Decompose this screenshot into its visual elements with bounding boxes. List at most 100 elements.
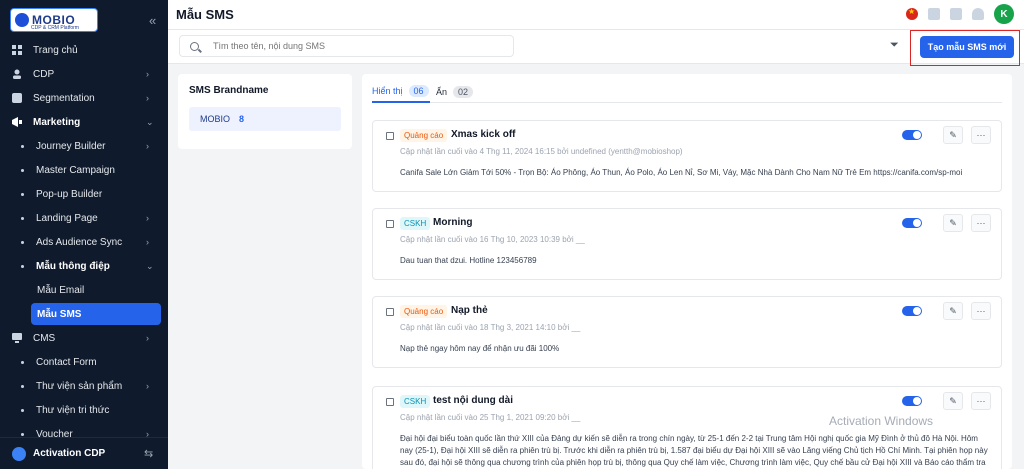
page-title: Mẫu SMS <box>176 7 234 22</box>
sidebar: MOBIO CDP & CRM Platform « Trang chủ CDP… <box>0 0 168 469</box>
home-icon <box>12 45 22 55</box>
monitor-icon <box>12 333 22 343</box>
filter-icon[interactable]: ⏷ <box>890 39 902 51</box>
sidebar-item-mau-sms[interactable]: Mẫu SMS <box>0 302 168 326</box>
bullet-icon <box>21 144 24 148</box>
visibility-toggle[interactable] <box>902 396 922 406</box>
sidebar-item-cdp[interactable]: CDP › <box>0 62 168 86</box>
chevron-down-icon: ⌄ <box>146 116 154 127</box>
create-button-highlight: Tạo mẫu SMS mới <box>910 30 1020 66</box>
chevron-right-icon: › <box>146 141 149 151</box>
template-title: Nạp thẻ <box>451 305 488 316</box>
brandname-title: SMS Brandname <box>189 85 269 96</box>
megaphone-icon <box>12 117 22 127</box>
sidebar-item-trang-chu[interactable]: Trang chủ <box>0 38 168 62</box>
visibility-toggle[interactable] <box>902 306 922 316</box>
help-icon[interactable] <box>950 8 962 20</box>
template-list-panel: Hiển thị 06 Ẩn 02 Quảng cáo Xmas kick of… <box>362 74 1012 469</box>
bullet-icon <box>21 264 24 268</box>
tab-hidden[interactable]: Ẩn 02 <box>436 81 474 103</box>
category-tag: Quảng cáo <box>400 305 448 318</box>
vietnam-flag-icon[interactable] <box>906 7 918 20</box>
sidebar-item-thu-vien-san-pham[interactable]: Thư viện sản phẩm › <box>0 374 168 398</box>
sms-template-card: Quảng cáo Xmas kick off Cập nhật lần cuố… <box>372 120 1002 192</box>
more-icon[interactable]: ··· <box>971 302 991 320</box>
more-icon[interactable]: ··· <box>971 392 991 410</box>
bullet-icon <box>21 384 24 388</box>
sidebar-item-ads-audience-sync[interactable]: Ads Audience Sync › <box>0 230 168 254</box>
template-title: Morning <box>433 217 473 228</box>
template-content: Canifa Sale Lớn Giảm Tới 50% - Trọn Bộ: … <box>400 168 963 177</box>
sms-template-card: CSKH Morning Cập nhật lần cuối vào 16 Th… <box>372 208 1002 280</box>
template-title: Xmas kick off <box>451 129 516 140</box>
sidebar-item-mau-email[interactable]: Mẫu Email <box>0 278 168 302</box>
edit-icon[interactable]: ✎ <box>943 214 963 232</box>
category-tag: Quảng cáo <box>400 129 448 142</box>
chevron-right-icon: › <box>146 237 149 247</box>
edit-icon[interactable]: ✎ <box>943 302 963 320</box>
collapse-sidebar-icon[interactable]: « <box>149 13 156 28</box>
sidebar-item-thu-vien-tri-thuc[interactable]: Thư viện tri thức <box>0 398 168 422</box>
book-icon[interactable] <box>928 8 940 20</box>
bell-icon[interactable] <box>972 8 984 20</box>
bullet-icon <box>21 168 24 172</box>
chevron-down-icon: ⌄ <box>146 260 154 271</box>
sms-template-card: Quảng cáo Nạp thẻ Cập nhật lần cuối vào … <box>372 296 1002 368</box>
sidebar-item-journey-builder[interactable]: Journey Builder › <box>0 134 168 158</box>
search-toolbar: ⏷ Tạo mẫu SMS mới <box>168 30 1024 66</box>
mobio-logo[interactable]: MOBIO CDP & CRM Platform <box>10 8 98 32</box>
sidebar-item-cms[interactable]: CMS › <box>0 326 168 350</box>
bullet-icon <box>21 432 24 436</box>
logo-mark-icon <box>15 13 29 27</box>
sidebar-nav: Trang chủ CDP › Segmentation › Marketing… <box>0 38 168 446</box>
select-checkbox[interactable] <box>386 308 394 316</box>
bullet-icon <box>21 216 24 220</box>
category-tag: CSKH <box>400 395 431 408</box>
select-checkbox[interactable] <box>386 132 394 140</box>
sidebar-item-mau-thong-diep[interactable]: Mẫu thông điệp ⌄ <box>0 254 168 278</box>
bullet-icon <box>21 240 24 244</box>
sidebar-item-segmentation[interactable]: Segmentation › <box>0 86 168 110</box>
bullet-icon <box>21 192 24 196</box>
chevron-right-icon: › <box>146 333 149 343</box>
visibility-toggle[interactable] <box>902 130 922 140</box>
tab-visible[interactable]: Hiển thị 06 <box>372 81 430 103</box>
windows-activation-watermark: Activation Windows <box>829 414 934 428</box>
select-checkbox[interactable] <box>386 220 394 228</box>
template-content: Nạp thẻ ngay hôm nay để nhận ưu đãi 100% <box>400 344 560 353</box>
category-tag: CSKH <box>400 217 431 230</box>
activation-icon <box>12 446 26 461</box>
chevron-right-icon: › <box>146 93 149 103</box>
sidebar-item-marketing[interactable]: Marketing ⌄ <box>0 110 168 134</box>
chevron-right-icon: › <box>146 213 149 223</box>
search-input[interactable] <box>213 41 493 51</box>
search-box[interactable] <box>179 35 514 57</box>
activation-cdp-bar[interactable]: Activation CDP ⇆ <box>0 437 168 469</box>
chevron-right-icon: › <box>146 69 149 79</box>
top-icons: K <box>906 4 1014 24</box>
template-meta: Cập nhật lần cuối vào 4 Thg 11, 2024 16:… <box>400 147 683 156</box>
bullet-icon <box>21 360 24 364</box>
segment-icon <box>12 93 22 103</box>
more-icon[interactable]: ··· <box>971 126 991 144</box>
swap-icon[interactable]: ⇆ <box>144 447 153 460</box>
sidebar-item-popup-builder[interactable]: Pop-up Builder <box>0 182 168 206</box>
visibility-toggle[interactable] <box>902 218 922 228</box>
template-meta: Cập nhật lần cuối vào 18 Thg 3, 2021 14:… <box>400 323 581 332</box>
sms-brandname-panel: SMS Brandname MOBIO 8 <box>178 74 352 149</box>
sidebar-item-contact-form[interactable]: Contact Form <box>0 350 168 374</box>
sidebar-item-landing-page[interactable]: Landing Page › <box>0 206 168 230</box>
edit-icon[interactable]: ✎ <box>943 392 963 410</box>
topbar: Mẫu SMS K <box>168 0 1024 30</box>
select-checkbox[interactable] <box>386 398 394 406</box>
edit-icon[interactable]: ✎ <box>943 126 963 144</box>
brandname-item[interactable]: MOBIO 8 <box>189 107 341 131</box>
template-content: Đại hội đại biểu toàn quốc lần thứ XIII … <box>400 434 988 467</box>
more-icon[interactable]: ··· <box>971 214 991 232</box>
create-sms-template-button[interactable]: Tạo mẫu SMS mới <box>920 36 1014 58</box>
user-icon <box>13 69 21 79</box>
bullet-icon <box>21 408 24 412</box>
sidebar-item-master-campaign[interactable]: Master Campaign <box>0 158 168 182</box>
avatar[interactable]: K <box>994 4 1014 24</box>
template-content: Dau tuan that dzui. Hotline 123456789 <box>400 256 537 265</box>
